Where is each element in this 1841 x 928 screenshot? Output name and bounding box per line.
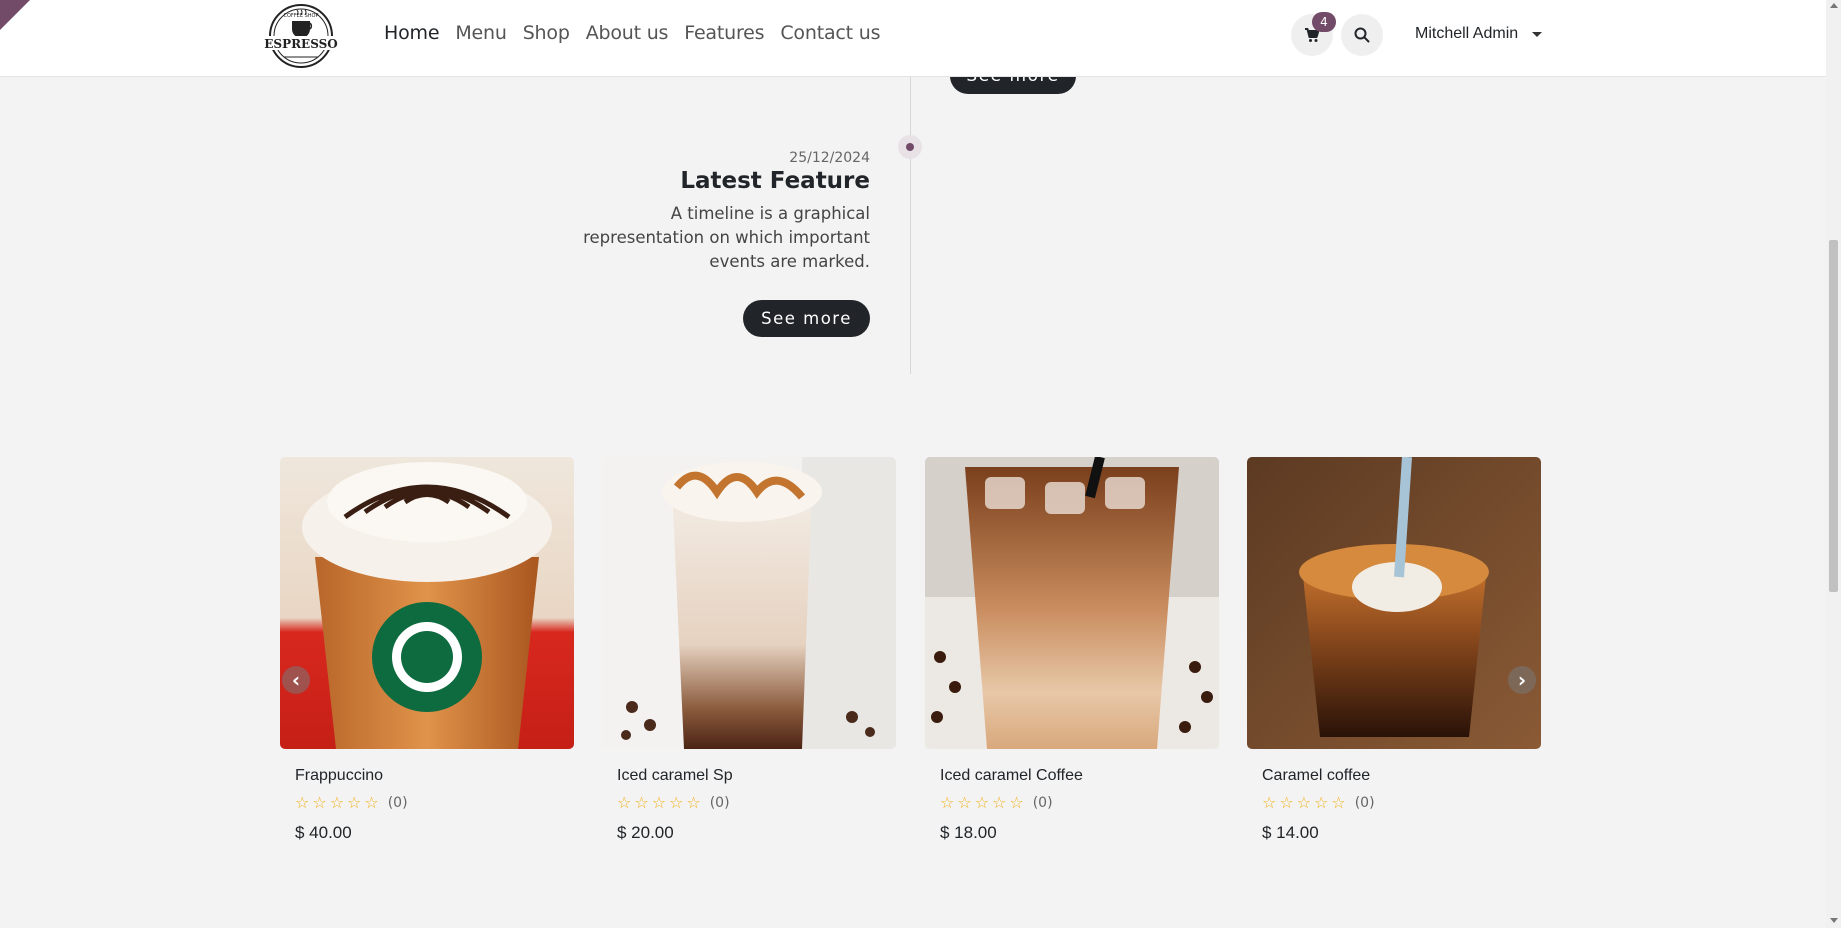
star-empty-icon: ☆ (686, 793, 701, 812)
nav-about-us[interactable]: About us (586, 22, 669, 44)
star-empty-icon: ☆ (634, 793, 649, 812)
timeline-see-more-button[interactable]: See more (743, 300, 870, 337)
star-empty-icon: ☆ (651, 793, 667, 812)
product-rating: ☆ ☆ ☆ ☆ ☆ (0) (940, 793, 1219, 812)
star-empty-icon: ☆ (617, 793, 632, 812)
editor-corner-badge[interactable] (0, 0, 30, 30)
nav-features[interactable]: Features (684, 22, 764, 44)
rating-count: (0) (1354, 795, 1375, 811)
timeline-title: Latest Feature (680, 168, 870, 194)
main-nav: Home Menu Shop About us Features Contact… (384, 22, 880, 44)
product-name[interactable]: Iced caramel Sp (617, 767, 896, 785)
product-image-caramel-coffee[interactable] (1247, 457, 1541, 749)
timeline-date: 25/12/2024 (789, 150, 870, 166)
star-empty-icon: ☆ (940, 793, 955, 812)
product-card[interactable]: Iced caramel Coffee ☆ ☆ ☆ ☆ ☆ (0) $ 18.0… (925, 457, 1219, 843)
scroll-up-arrow-icon[interactable] (1830, 3, 1838, 8)
product-price: $ 18.00 (940, 823, 997, 842)
cart-count-badge: 4 (1312, 12, 1336, 32)
product-name[interactable]: Iced caramel Coffee (940, 767, 1219, 785)
rating-count: (0) (709, 795, 730, 811)
star-empty-icon: ☆ (669, 793, 684, 812)
star-empty-icon: ☆ (957, 793, 972, 812)
logo-top-text: COFFEE SHOP (284, 13, 319, 19)
chevron-down-icon (1532, 31, 1543, 37)
timeline-line (910, 77, 911, 374)
star-empty-icon: ☆ (992, 793, 1007, 812)
nav-shop[interactable]: Shop (523, 22, 570, 44)
prev-entry-see-more-button[interactable]: See more (950, 77, 1080, 95)
product-image-frappuccino[interactable] (280, 457, 574, 749)
timeline-text: A timeline is a graphical representation… (583, 204, 870, 271)
product-price: $ 40.00 (295, 823, 352, 842)
product-rating: ☆ ☆ ☆ ☆ ☆ (0) (295, 793, 574, 812)
product-image-iced-caramel-sp[interactable] (602, 457, 896, 749)
user-menu-dropdown[interactable]: Mitchell Admin (1415, 25, 1543, 43)
nav-contact-us[interactable]: Contact us (780, 22, 880, 44)
espresso-logo[interactable]: ESPRESSO COFFEE SHOP (264, 3, 338, 69)
star-empty-icon: ☆ (312, 793, 327, 812)
product-card[interactable]: Frappuccino ☆ ☆ ☆ ☆ ☆ (0) $ 40.00 (280, 457, 574, 843)
product-card[interactable]: Caramel coffee ☆ ☆ ☆ ☆ ☆ (0) $ 14.00 (1247, 457, 1541, 843)
star-empty-icon: ☆ (974, 793, 990, 812)
carousel-prev-arrow-icon[interactable]: ‹ (282, 666, 310, 694)
user-name: Mitchell Admin (1415, 25, 1519, 42)
product-rating: ☆ ☆ ☆ ☆ ☆ (0) (1262, 793, 1541, 812)
star-empty-icon: ☆ (364, 793, 379, 812)
star-empty-icon: ☆ (347, 793, 362, 812)
product-name[interactable]: Caramel coffee (1262, 767, 1541, 785)
product-image-iced-caramel-coffee[interactable] (925, 457, 1219, 749)
carousel-next-arrow-icon[interactable]: › (1508, 666, 1536, 694)
scroll-down-arrow-icon[interactable] (1830, 918, 1838, 923)
search-button[interactable] (1341, 14, 1383, 56)
nav-home[interactable]: Home (384, 22, 440, 44)
product-card[interactable]: Iced caramel Sp ☆ ☆ ☆ ☆ ☆ (0) $ 20.00 (602, 457, 896, 843)
star-empty-icon: ☆ (1279, 793, 1294, 812)
scrollbar-thumb[interactable] (1829, 240, 1838, 592)
star-empty-icon: ☆ (1314, 793, 1329, 812)
product-rating: ☆ ☆ ☆ ☆ ☆ (0) (617, 793, 896, 812)
star-empty-icon: ☆ (1296, 793, 1312, 812)
rating-count: (0) (387, 795, 408, 811)
timeline-entry: 25/12/2024 Latest Feature A timeline is … (560, 150, 870, 274)
search-icon (1354, 27, 1370, 43)
nav-menu[interactable]: Menu (455, 22, 507, 44)
star-empty-icon: ☆ (295, 793, 310, 812)
logo-brand-text: ESPRESSO (264, 37, 337, 51)
star-empty-icon: ☆ (1009, 793, 1024, 812)
timeline-dot-icon (898, 135, 922, 159)
star-empty-icon: ☆ (329, 793, 345, 812)
rating-count: (0) (1032, 795, 1053, 811)
product-price: $ 14.00 (1262, 823, 1319, 842)
star-empty-icon: ☆ (1262, 793, 1277, 812)
product-price: $ 20.00 (617, 823, 674, 842)
product-name[interactable]: Frappuccino (295, 767, 574, 785)
star-empty-icon: ☆ (1331, 793, 1346, 812)
site-header: ESPRESSO COFFEE SHOP Home Menu Shop Abou… (0, 0, 1826, 77)
